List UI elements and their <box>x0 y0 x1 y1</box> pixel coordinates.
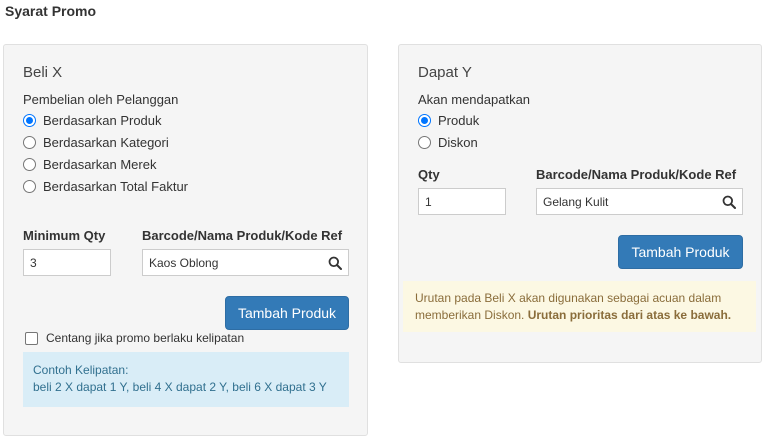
radio-label: Berdasarkan Merek <box>43 157 157 172</box>
radio-button[interactable] <box>23 136 36 149</box>
radio-button[interactable] <box>23 114 36 127</box>
get-qty-input[interactable]: 1 <box>418 188 506 215</box>
search-icon[interactable] <box>722 195 736 209</box>
radio-get-discount[interactable]: Diskon <box>418 135 478 150</box>
radio-label: Berdasarkan Kategori <box>43 135 169 150</box>
min-qty-input[interactable]: 3 <box>23 249 111 276</box>
buy-product-value: Kaos Oblong <box>149 255 219 270</box>
get-add-product-button[interactable]: Tambah Produk <box>618 235 743 269</box>
get-product-value: Gelang Kulit <box>543 194 609 209</box>
get-qty-label: Qty <box>418 167 440 182</box>
get-y-heading: Dapat Y <box>418 64 472 81</box>
min-qty-label: Minimum Qty <box>23 228 106 243</box>
radio-by-product[interactable]: Berdasarkan Produk <box>23 113 162 128</box>
buy-x-panel: Beli X Pembelian oleh Pelanggan Berdasar… <box>3 44 368 436</box>
buy-x-heading: Beli X <box>23 64 63 81</box>
radio-label: Berdasarkan Total Faktur <box>43 179 188 194</box>
example-text: beli 2 X dapat 1 Y, beli 4 X dapat 2 Y, … <box>33 380 327 394</box>
page-title: Syarat Promo <box>5 3 97 19</box>
search-icon[interactable] <box>328 256 342 270</box>
radio-by-brand[interactable]: Berdasarkan Merek <box>23 157 156 172</box>
get-y-panel: Dapat Y Akan mendapatkan Produk Diskon Q… <box>398 44 762 363</box>
buy-add-product-button[interactable]: Tambah Produk <box>225 296 349 330</box>
radio-label: Produk <box>438 113 480 128</box>
multiple-promo-label: Centang jika promo berlaku kelipatan <box>46 331 245 345</box>
buy-product-search-input[interactable]: Kaos Oblong <box>142 249 349 276</box>
multiple-example-box: Contoh Kelipatan: beli 2 X dapat 1 Y, be… <box>23 352 349 407</box>
get-y-subtitle: Akan mendapatkan <box>418 92 531 107</box>
radio-by-invoice-total[interactable]: Berdasarkan Total Faktur <box>23 179 188 194</box>
multiple-promo-checkbox[interactable] <box>25 331 38 345</box>
radio-button[interactable] <box>418 114 431 127</box>
radio-get-product[interactable]: Produk <box>418 113 479 128</box>
radio-button[interactable] <box>23 158 36 171</box>
multiple-promo-checkbox-row[interactable]: Centang jika promo berlaku kelipatan <box>25 331 244 345</box>
get-product-label: Barcode/Nama Produk/Kode Ref <box>536 167 737 182</box>
radio-label: Berdasarkan Produk <box>43 113 162 128</box>
priority-note-bold: Urutan prioritas dari atas ke bawah. <box>527 308 732 322</box>
buy-product-label: Barcode/Nama Produk/Kode Ref <box>142 228 343 243</box>
radio-button[interactable] <box>418 136 431 149</box>
radio-by-category[interactable]: Berdasarkan Kategori <box>23 135 169 150</box>
radio-button[interactable] <box>23 180 36 193</box>
radio-label: Diskon <box>438 135 478 150</box>
example-title: Contoh Kelipatan: <box>33 363 129 377</box>
buy-x-subtitle: Pembelian oleh Pelanggan <box>23 92 179 107</box>
priority-note: Urutan pada Beli X akan digunakan sebaga… <box>403 281 756 332</box>
get-product-search-input[interactable]: Gelang Kulit <box>536 188 743 215</box>
